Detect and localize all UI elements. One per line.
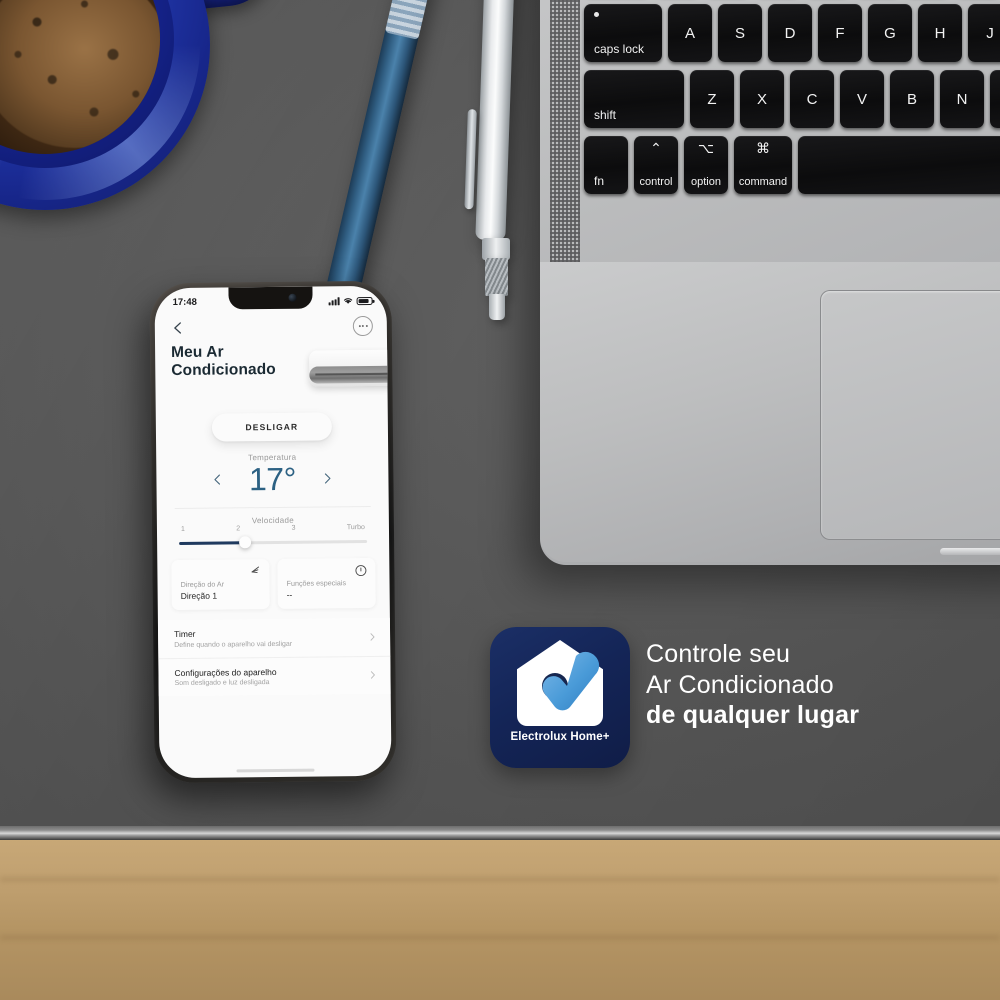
speed-tick[interactable]: Turbo xyxy=(347,524,365,531)
key-b[interactable]: B xyxy=(890,70,934,128)
tile-air-direction[interactable]: Direção do Ar Direção 1 xyxy=(171,559,270,611)
cellular-signal-icon xyxy=(328,296,340,305)
coffee-crema-bubbles xyxy=(0,0,160,148)
keyboard-row: shiftZXCVBNM xyxy=(584,70,1000,128)
desk-edge xyxy=(0,826,1000,840)
power-off-button[interactable]: DESLIGAR xyxy=(211,412,333,442)
speed-tick[interactable]: 1 xyxy=(181,526,185,533)
slider-fill xyxy=(179,541,245,545)
tile-label: Direção do Ar xyxy=(180,579,225,589)
back-chevron-icon[interactable] xyxy=(171,321,185,335)
speed-tick-labels: 1 2 3 Turbo xyxy=(179,524,367,533)
pencil-tip-cone xyxy=(489,294,505,320)
speed-tick[interactable]: 3 xyxy=(292,525,296,532)
divider xyxy=(174,505,371,510)
tagline-line-2: Ar Condicionado xyxy=(646,670,834,699)
more-options-icon[interactable] xyxy=(352,315,373,337)
caps-lock-indicator-icon xyxy=(594,12,599,17)
tagline-line-3: de qualquer lugar xyxy=(646,701,860,729)
key-d[interactable]: D xyxy=(768,4,812,62)
list-item-timer[interactable]: Timer Define quando o aparelho vai desli… xyxy=(158,618,390,658)
check-pin-shape xyxy=(542,651,600,711)
list-item-title: Timer xyxy=(174,628,196,640)
key-c[interactable]: C xyxy=(790,70,834,128)
app-icon-badge: Electrolux Home+ xyxy=(490,627,630,768)
wood-floor xyxy=(0,838,1000,1000)
temperature-value: 17° xyxy=(248,460,297,498)
tile-value: -- xyxy=(286,589,293,600)
key-h[interactable]: H xyxy=(918,4,962,62)
key-caps-lock[interactable]: caps lock xyxy=(584,4,662,62)
laptop-speaker-left xyxy=(550,0,580,270)
phone-screen[interactable]: 17:48 Meu Ar Condicionado DESLIGAR Tempe… xyxy=(154,285,392,779)
power-button-row: DESLIGAR xyxy=(156,412,388,442)
key-option[interactable]: ⌥ option xyxy=(684,136,728,194)
keyboard-row: fn ⌃ control ⌥ option ⌘ command xyxy=(584,136,1000,194)
tagline-line-1: Controle seu xyxy=(646,640,791,668)
speed-slider[interactable] xyxy=(179,534,368,550)
speed-block: Velocidade 1 2 3 Turbo xyxy=(157,515,389,550)
app-content: Meu ArCondicionado DESLIGAR Temperatura xyxy=(155,338,392,778)
home-indicator xyxy=(236,768,315,773)
battery-icon xyxy=(356,296,373,305)
list-item-device-settings[interactable]: Configurações do aparelho Som desligado … xyxy=(158,655,391,697)
badge-label: Electrolux Home+ xyxy=(510,731,610,743)
key-shift[interactable]: shift xyxy=(584,70,684,128)
list-item-subtitle: Define quando o aparelho vai desligar xyxy=(174,640,293,649)
key-m[interactable]: M xyxy=(990,70,1000,128)
front-camera-icon xyxy=(288,293,297,302)
app-nav-bar xyxy=(155,312,387,342)
speed-tick[interactable]: 2 xyxy=(236,525,240,532)
key-f[interactable]: F xyxy=(818,4,862,62)
airflow-direction-icon xyxy=(251,566,260,574)
slider-thumb[interactable] xyxy=(238,536,251,549)
phone-notch xyxy=(228,286,313,310)
pencil-band xyxy=(482,238,510,260)
smartphone: 17:48 Meu Ar Condicionado DESLIGAR Tempe… xyxy=(149,280,397,784)
tagline: Controle seu Ar Condicionado de qualquer… xyxy=(646,639,986,731)
feature-tiles: Direção do Ar Direção 1 Funções especiai… xyxy=(157,548,390,611)
key-control[interactable]: ⌃ control xyxy=(634,136,678,194)
key-j[interactable]: J xyxy=(968,4,1000,62)
list-item-title: Configurações do aparelho xyxy=(174,666,277,678)
key-a[interactable]: A xyxy=(668,4,712,62)
key-z[interactable]: Z xyxy=(690,70,734,128)
tile-value: Direção 1 xyxy=(180,590,218,601)
list-item-subtitle: Som desligado e luz desligada xyxy=(174,679,270,688)
key-fn[interactable]: fn xyxy=(584,136,628,194)
scene-root: `1234567tabQWERTYUcaps lockASDFGHJshiftZ… xyxy=(0,0,1000,1000)
pencil-knurled-grip xyxy=(485,258,508,296)
chevron-right-icon xyxy=(370,671,375,679)
laptop-lid-notch xyxy=(940,548,1000,555)
chevron-right-icon xyxy=(370,633,375,641)
keyboard-row: caps lock A S D F G H J xyxy=(584,4,1000,62)
settings-list: Timer Define quando o aparelho vai desli… xyxy=(157,617,391,697)
temperature-increase-icon[interactable] xyxy=(322,472,334,484)
wifi-icon xyxy=(343,297,353,304)
page-title: Meu Ar Condicionado xyxy=(171,343,276,380)
macbook-laptop: `1234567tabQWERTYUcaps lockASDFGHJshiftZ… xyxy=(540,0,1000,565)
key-x[interactable]: X xyxy=(740,70,784,128)
tile-special-functions[interactable]: Funções especiais -- xyxy=(277,557,376,609)
info-circle-icon xyxy=(355,565,367,577)
status-time: 17:48 xyxy=(172,296,197,308)
laptop-trackpad[interactable] xyxy=(820,290,1000,540)
temperature-decrease-icon[interactable] xyxy=(211,474,223,486)
laptop-keyboard[interactable]: `1234567tabQWERTYUcaps lockASDFGHJshiftZ… xyxy=(584,0,1000,260)
key-command[interactable]: ⌘ command xyxy=(734,136,792,194)
temperature-block: Temperatura 17° xyxy=(156,452,388,498)
key-s[interactable]: S xyxy=(718,4,762,62)
key-n[interactable]: N xyxy=(940,70,984,128)
key-g[interactable]: G xyxy=(868,4,912,62)
device-hero: Meu Ar Condicionado xyxy=(155,338,392,412)
tile-label: Funções especiais xyxy=(286,578,347,588)
laptop-palmrest xyxy=(540,262,1000,562)
house-with-check-pin-icon xyxy=(511,640,609,728)
air-conditioner-illustration xyxy=(309,349,392,397)
coffee-mug xyxy=(0,0,310,240)
key-v[interactable]: V xyxy=(840,70,884,128)
key-space[interactable] xyxy=(798,136,1000,194)
